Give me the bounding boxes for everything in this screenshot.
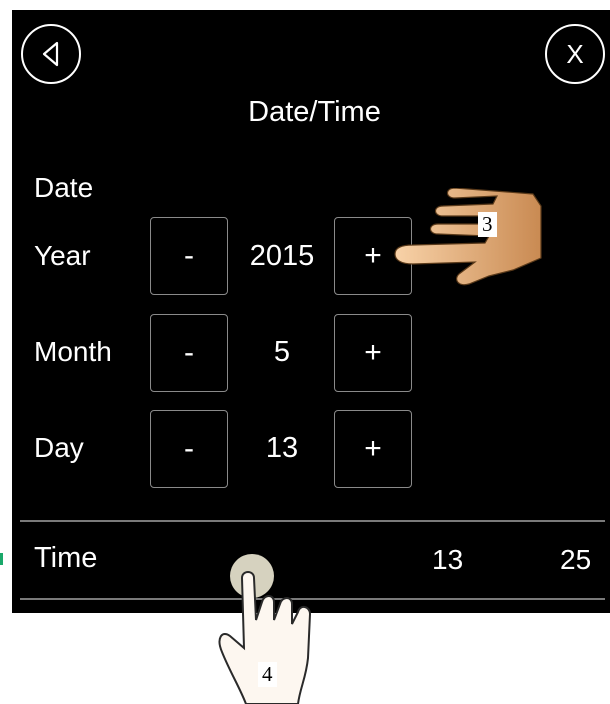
day-decrement-button[interactable]: - <box>150 410 228 488</box>
month-label: Month <box>34 336 112 367</box>
date-section-label: Date <box>34 172 94 203</box>
close-label: X <box>566 38 584 69</box>
back-triangle-icon <box>42 41 59 67</box>
year-label: Year <box>34 240 91 271</box>
date-time-screen: X Date/Time Date Year - 2015 + Month - 5… <box>12 10 610 613</box>
time-label[interactable]: Time <box>34 542 97 575</box>
step-label-3: 3 <box>478 212 497 237</box>
month-value: 5 <box>273 336 291 368</box>
month-decrement-button[interactable]: - <box>150 314 228 392</box>
pointing-hand-icon <box>394 188 542 286</box>
year-decrement-button[interactable]: - <box>150 217 228 295</box>
time-minute-value: 25 <box>560 544 592 575</box>
page-title: Date/Time <box>248 96 381 128</box>
time-hour-value: 13 <box>432 544 464 575</box>
month-increment-button[interactable]: + <box>334 314 412 392</box>
edge-marker <box>0 553 3 565</box>
day-increment-button[interactable]: + <box>334 410 412 488</box>
back-button[interactable] <box>21 24 81 84</box>
time-divider-top <box>20 520 605 522</box>
day-value: 13 <box>265 432 299 464</box>
close-button[interactable]: X <box>545 24 605 84</box>
step-label-4: 4 <box>258 662 277 687</box>
year-value: 2015 <box>249 240 315 272</box>
day-label: Day <box>34 432 84 463</box>
